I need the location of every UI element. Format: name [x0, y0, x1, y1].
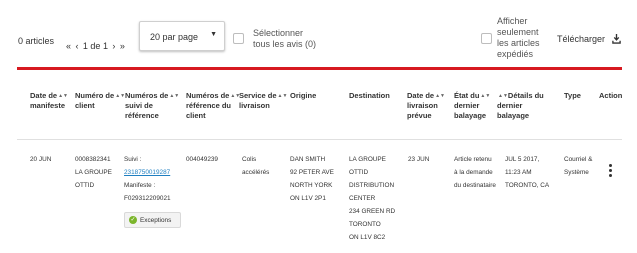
col-header-tracking[interactable]: Numéros de▲▼ suivi de référence — [125, 91, 179, 121]
col-header-expected-date[interactable]: Date de▲▼ livraison prévue — [407, 91, 445, 121]
sort-icon: ▲▼ — [480, 93, 491, 99]
col-header-type[interactable]: Type — [564, 91, 581, 101]
col-header-client-number[interactable]: Numéro de▲▼ client — [75, 91, 125, 111]
col-header-last-scan-state[interactable]: État du▲▼ dernier balayage — [454, 91, 490, 121]
cell-manifest-date: 20 JUN — [30, 156, 52, 163]
last-page-link[interactable]: » — [120, 41, 125, 51]
sort-icon: ▲▼ — [115, 93, 126, 99]
col-header-origin[interactable]: Origine — [290, 91, 316, 101]
col-header-action: Action — [599, 91, 623, 100]
tracking-number-link[interactable]: 2318750019287 — [124, 169, 170, 176]
next-page-link[interactable]: › — [112, 41, 115, 51]
col-header-service[interactable]: Service de▲▼ livraison — [239, 91, 287, 111]
sort-icon: ▲▼ — [277, 93, 288, 99]
more-actions-icon[interactable] — [609, 164, 613, 180]
cell-type: Courriel & Système — [564, 156, 593, 176]
select-all-label: Sélectionner tous les avis (0) — [253, 28, 317, 49]
accent-bar — [17, 67, 622, 70]
pagination: « ‹ 1 de 1 › » — [66, 36, 125, 54]
col-header-client-ref[interactable]: Numéros de▲▼ référence du client — [186, 91, 240, 121]
cell-client-ref: 004049239 — [186, 156, 218, 163]
check-circle-icon: ✓ — [129, 216, 137, 224]
sort-icon: ▲▼ — [169, 93, 180, 99]
first-page-link[interactable]: « — [66, 41, 71, 51]
cell-client-number: 0008382341 LA GROUPE OTTID — [75, 156, 112, 189]
col-header-destination[interactable]: Destination — [349, 91, 390, 101]
cell-service: Colis accélérés — [242, 156, 270, 176]
download-button[interactable]: Télécharger — [557, 34, 605, 44]
shipped-only-label: Afficher seulement les articles expédiés — [497, 16, 540, 59]
sort-icon: ▲▼ — [498, 93, 508, 99]
shipped-only-checkbox[interactable] — [481, 33, 492, 44]
cell-last-scan-details: JUL 5 2017, 11:23 AM TORONTO, CA — [505, 156, 550, 189]
prev-page-link[interactable]: ‹ — [75, 41, 78, 51]
cell-expected-date: 23 JUN — [408, 156, 430, 163]
sort-icon: ▲▼ — [435, 93, 445, 99]
sort-icon: ▲▼ — [58, 93, 68, 99]
page-indicator: 1 de 1 — [82, 41, 108, 51]
per-page-select[interactable]: 20 par page ▼ — [139, 21, 225, 51]
col-header-manifest-date[interactable]: Date de▲▼ manifeste — [30, 91, 68, 111]
per-page-value: 20 par page — [150, 32, 199, 42]
cell-tracking: Suivi : 2318750019287 Manifeste : F02931… — [124, 156, 171, 202]
cell-destination: LA GROUPE OTTID DISTRIBUTION CENTER 234 … — [349, 156, 396, 241]
cell-last-scan-state: Article retenu à la demande du destinata… — [454, 156, 496, 189]
download-icon[interactable] — [612, 34, 621, 44]
col-header-last-scan-details[interactable]: ▲▼Détails du dernier balayage — [497, 91, 544, 121]
article-count: 0 articles — [18, 36, 55, 46]
exceptions-badge[interactable]: ✓ Exceptions — [124, 212, 181, 228]
select-all-checkbox[interactable] — [233, 33, 244, 44]
cell-origin: DAN SMITH 92 PETER AVE NORTH YORK ON L1V… — [290, 156, 334, 202]
header-divider — [17, 139, 622, 140]
caret-down-icon: ▼ — [210, 31, 217, 38]
